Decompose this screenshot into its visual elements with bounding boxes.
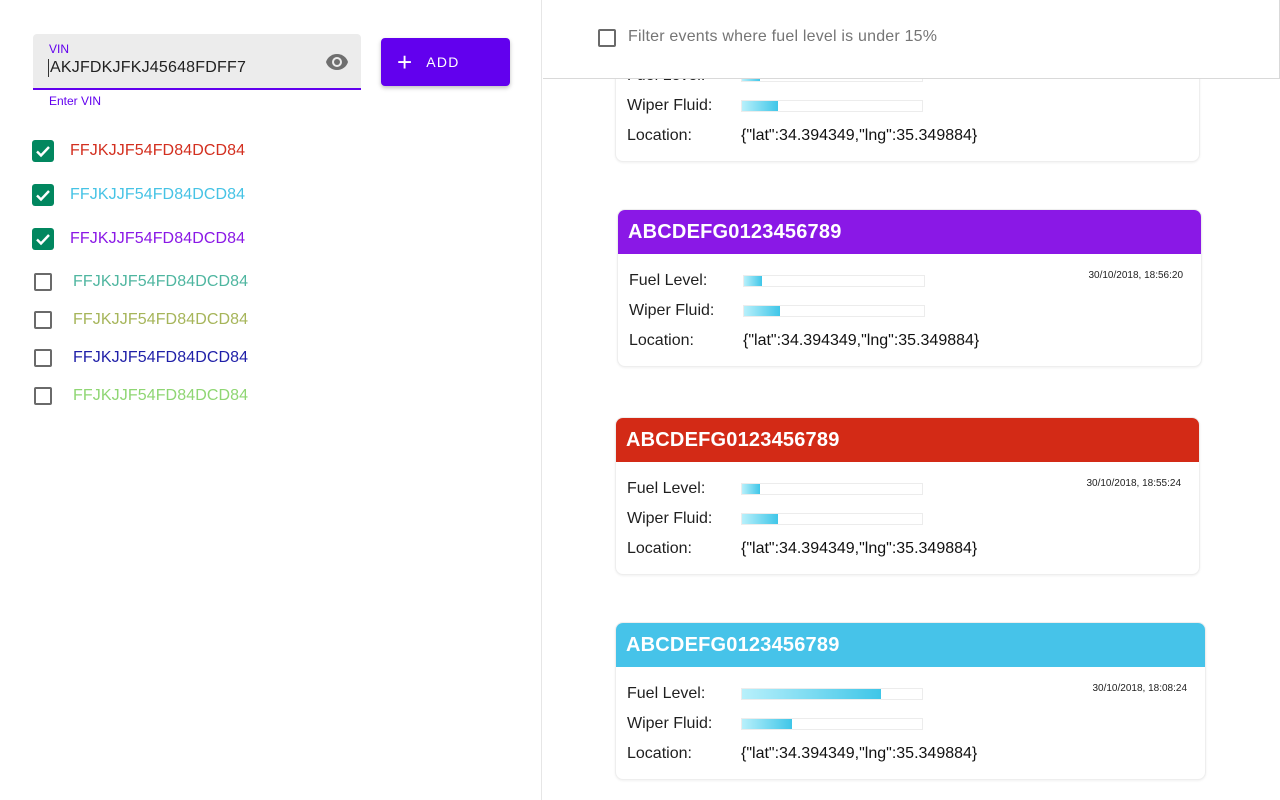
vin-list-label: FFJKJJF54FD84DCD84 bbox=[73, 311, 249, 328]
location-label: Location: bbox=[627, 127, 692, 144]
check-icon bbox=[36, 146, 50, 158]
event-timestamp: 30/10/2018, 18:08:24 bbox=[1092, 683, 1187, 694]
location-value: {"lat":34.394349,"lng":35.349884} bbox=[741, 745, 978, 762]
fuel-level-bar-fill bbox=[742, 689, 881, 699]
check-icon bbox=[36, 190, 50, 202]
filter-bar: Filter events where fuel level is under … bbox=[543, 0, 1280, 79]
vin-checkbox[interactable] bbox=[34, 349, 52, 367]
vin-list-label: FFJKJJF54FD84DCD84 bbox=[73, 349, 249, 366]
vin-list-item[interactable]: FFJKJJF54FD84DCD84 bbox=[32, 227, 245, 251]
vin-list-item[interactable]: FFJKJJF54FD84DCD84 bbox=[32, 346, 248, 370]
fuel-level-bar bbox=[741, 483, 923, 495]
vin-list-item[interactable]: FFJKJJF54FD84DCD84 bbox=[32, 270, 248, 294]
vin-list-label: FFJKJJF54FD84DCD84 bbox=[70, 186, 246, 203]
vin-checkbox[interactable] bbox=[34, 311, 52, 329]
wiper-fluid-label: Wiper Fluid: bbox=[629, 302, 715, 319]
add-vin-button[interactable]: + ADD bbox=[381, 38, 510, 86]
vin-list-label: FFJKJJF54FD84DCD84 bbox=[70, 230, 246, 247]
wiper-fluid-bar-fill bbox=[742, 719, 793, 729]
event-card-title: ABCDEFG0123456789 bbox=[618, 210, 1201, 254]
filter-checkbox[interactable] bbox=[598, 29, 616, 47]
filter-label[interactable]: Filter events where fuel level is under … bbox=[628, 28, 937, 46]
events-panel: Filter events where fuel level is under … bbox=[543, 0, 1280, 800]
vin-list-item[interactable]: FFJKJJF54FD84DCD84 bbox=[32, 384, 248, 408]
location-value: {"lat":34.394349,"lng":35.349884} bbox=[743, 332, 980, 349]
wiper-fluid-bar-fill bbox=[742, 101, 778, 111]
event-card-title: ABCDEFG0123456789 bbox=[616, 623, 1205, 667]
event-timestamp: 30/10/2018, 18:55:24 bbox=[1086, 478, 1181, 489]
wiper-fluid-bar bbox=[743, 305, 925, 317]
check-icon bbox=[36, 234, 50, 246]
fuel-level-label: Fuel Level: bbox=[629, 272, 708, 289]
wiper-fluid-label: Wiper Fluid: bbox=[627, 715, 713, 732]
vin-checkbox[interactable] bbox=[34, 273, 52, 291]
event-card: ABCDEFG0123456789 Fuel Level: Wiper Fluid:… bbox=[615, 622, 1206, 780]
vin-list-item[interactable]: FFJKJJF54FD84DCD84 bbox=[32, 308, 248, 332]
wiper-fluid-label: Wiper Fluid: bbox=[627, 97, 713, 114]
vin-list-label: FFJKJJF54FD84DCD84 bbox=[70, 142, 246, 159]
vin-list-item[interactable]: FFJKJJF54FD84DCD84 bbox=[32, 183, 245, 207]
event-card-title: ABCDEFG0123456789 bbox=[616, 418, 1199, 462]
location-value: {"lat":34.394349,"lng":35.349884} bbox=[741, 540, 978, 557]
vin-list-item[interactable]: FFJKJJF54FD84DCD84 bbox=[32, 139, 245, 163]
vin-checkbox[interactable] bbox=[32, 184, 54, 206]
plus-icon: + bbox=[397, 47, 413, 77]
add-button-label: ADD bbox=[426, 54, 460, 70]
wiper-fluid-bar bbox=[741, 100, 923, 112]
fuel-level-bar bbox=[741, 688, 923, 700]
vin-list-label: FFJKJJF54FD84DCD84 bbox=[73, 273, 249, 290]
vin-panel: VIN AKJFDKJFKJ45648FDFF7 Enter VIN + ADD… bbox=[0, 0, 542, 800]
wiper-fluid-label: Wiper Fluid: bbox=[627, 510, 713, 527]
event-card: ABCDEFG0123456789 Fuel Level: Wiper Fluid:… bbox=[617, 209, 1202, 367]
location-value: {"lat":34.394349,"lng":35.349884} bbox=[741, 127, 978, 144]
wiper-fluid-bar-fill bbox=[742, 514, 778, 524]
wiper-fluid-bar bbox=[741, 513, 923, 525]
location-label: Location: bbox=[627, 540, 692, 557]
vin-checkbox[interactable] bbox=[32, 140, 54, 162]
wiper-fluid-bar-fill bbox=[744, 306, 780, 316]
eye-icon[interactable] bbox=[325, 53, 349, 71]
vin-input-field[interactable]: VIN AKJFDKJFKJ45648FDFF7 bbox=[33, 34, 361, 90]
event-timestamp: 30/10/2018, 18:56:20 bbox=[1088, 270, 1183, 281]
vin-checkbox[interactable] bbox=[34, 387, 52, 405]
fuel-level-bar-fill bbox=[742, 484, 760, 494]
fuel-level-label: Fuel Level: bbox=[627, 685, 706, 702]
vin-input-label: VIN bbox=[49, 42, 70, 56]
fuel-level-bar-fill bbox=[744, 276, 762, 286]
fuel-level-label: Fuel Level: bbox=[627, 480, 706, 497]
vin-list-label: FFJKJJF54FD84DCD84 bbox=[73, 387, 249, 404]
location-label: Location: bbox=[629, 332, 694, 349]
vin-checkbox[interactable] bbox=[32, 228, 54, 250]
vin-input[interactable]: AKJFDKJFKJ45648FDFF7 bbox=[48, 59, 246, 77]
wiper-fluid-bar bbox=[741, 718, 923, 730]
vin-helper-text: Enter VIN bbox=[49, 94, 102, 108]
event-card: ABCDEFG0123456789 Fuel Level: Wiper Fluid:… bbox=[615, 417, 1200, 575]
fuel-level-bar bbox=[743, 275, 925, 287]
location-label: Location: bbox=[627, 745, 692, 762]
